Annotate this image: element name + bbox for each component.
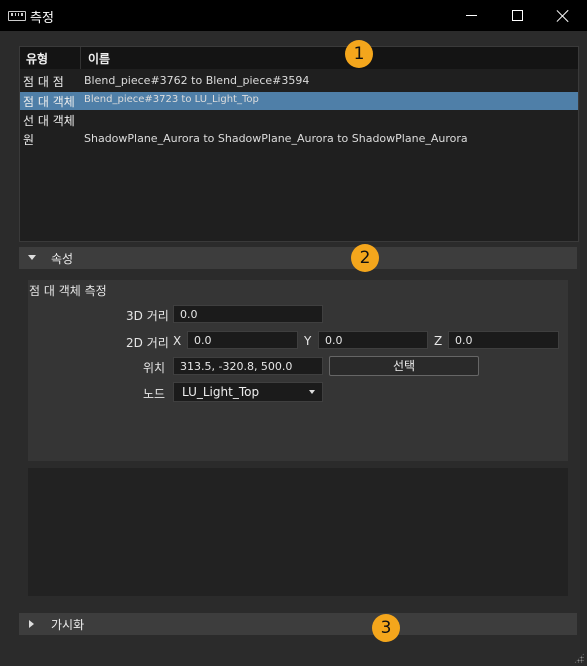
list-row[interactable]: 원 ShadowPlane_Aurora to ShadowPlane_Auro…: [20, 130, 578, 148]
close-button[interactable]: [540, 0, 586, 31]
node-dropdown[interactable]: LU_Light_Top: [173, 382, 323, 402]
list-header: 유형 이름: [20, 47, 578, 69]
expand-right-icon: [29, 620, 34, 628]
z-label: Z: [434, 334, 443, 348]
column-divider[interactable]: [80, 47, 81, 69]
minimize-icon: [465, 15, 477, 16]
callout-badge-1: 1: [345, 40, 373, 68]
node-label: 노드: [143, 387, 166, 401]
maximize-button[interactable]: [494, 0, 540, 31]
measurement-list[interactable]: 유형 이름 점 대 점 Blend_piece#3762 to Blend_pi…: [19, 46, 579, 242]
measure-window: 측정 유형 이름 점 대 점 Blend_piece#3762 to Blend…: [0, 0, 587, 666]
list-row-selected[interactable]: 점 대 객체 Blend_piece#3723 to LU_Light_Top: [20, 92, 578, 110]
measurement-type-title: 점 대 객체 측정: [29, 284, 107, 298]
chevron-down-icon: [309, 390, 315, 394]
z-field[interactable]: 0.0: [448, 331, 559, 349]
dist3d-field[interactable]: 0.0: [173, 305, 323, 323]
details-area: [28, 468, 568, 596]
list-row[interactable]: 점 대 점 Blend_piece#3762 to Blend_piece#35…: [20, 72, 578, 90]
close-icon: [556, 9, 570, 23]
maximize-icon: [511, 10, 523, 21]
title-bar[interactable]: 측정: [0, 0, 587, 31]
x-field[interactable]: 0.0: [187, 331, 298, 349]
row-name: ShadowPlane_Aurora to ShadowPlane_Aurora…: [84, 132, 468, 145]
callout-badge-3: 3: [372, 614, 400, 642]
position-field[interactable]: 313.5, -320.8, 500.0: [173, 357, 323, 375]
dist2d-label: 2D 거리: [126, 336, 169, 350]
y-field[interactable]: 0.0: [318, 331, 428, 349]
y-label: Y: [304, 334, 312, 348]
dist3d-label: 3D 거리: [126, 309, 169, 323]
column-header-type[interactable]: 유형: [26, 50, 48, 67]
row-type: 원: [23, 133, 35, 147]
visualization-section-header[interactable]: 가시화: [19, 613, 577, 635]
row-name: Blend_piece#3723 to LU_Light_Top: [84, 94, 259, 105]
properties-header-label: 속성: [51, 252, 74, 266]
expand-down-icon: [28, 255, 36, 260]
row-type: 점 대 점: [23, 75, 64, 89]
x-label: X: [173, 334, 182, 348]
position-label: 위치: [143, 361, 166, 375]
ruler-icon: [8, 11, 26, 21]
window-title: 측정: [30, 11, 54, 26]
callout-badge-2: 2: [351, 244, 379, 272]
minimize-button[interactable]: [448, 0, 494, 31]
select-button[interactable]: 선택: [329, 356, 479, 376]
resize-grip-icon[interactable]: [574, 653, 584, 663]
node-dropdown-value: LU_Light_Top: [182, 385, 260, 399]
list-row[interactable]: 선 대 객체: [20, 111, 578, 129]
row-type: 점 대 객체: [23, 95, 75, 109]
properties-section-header[interactable]: 속성: [19, 247, 577, 269]
visualization-header-label: 가시화: [51, 618, 85, 632]
row-type: 선 대 객체: [23, 114, 75, 128]
column-header-name[interactable]: 이름: [88, 50, 110, 67]
row-name: Blend_piece#3762 to Blend_piece#3594: [84, 74, 310, 87]
